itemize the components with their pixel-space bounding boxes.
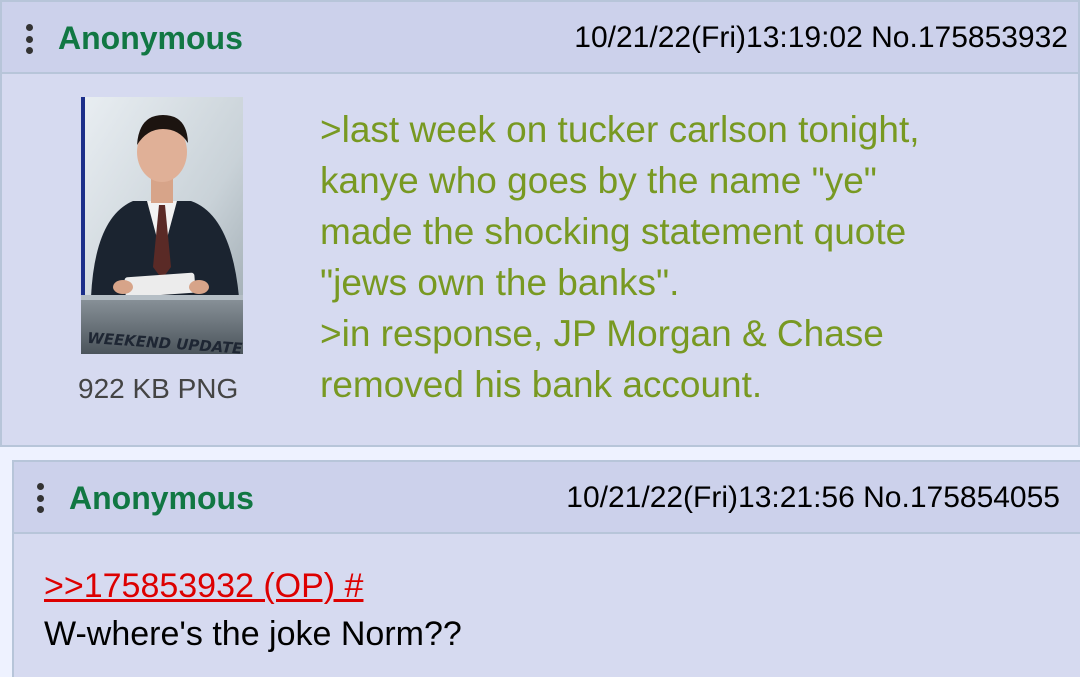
post-datetime: 10/21/22(Fri)13:21:56 (566, 481, 855, 514)
post-line: made the shocking statement quote (320, 211, 907, 252)
post-line: >in response, JP Morgan & Chase (320, 313, 884, 354)
op-post: Anonymous 10/21/22(Fri)13:19:02 No.17585… (0, 0, 1080, 447)
post-meta: 10/21/22(Fri)13:21:56 No.175854055 (566, 480, 1060, 516)
file-info: 922 KB PNG (78, 373, 239, 404)
post-number[interactable]: No.175854055 (863, 481, 1060, 514)
op-post-body: >last week on tucker carlson tonight, ka… (320, 104, 1060, 410)
post-menu-icon[interactable] (26, 24, 33, 54)
poster-name: Anonymous (69, 480, 254, 516)
reply-text: W-where's the joke Norm?? (44, 615, 462, 653)
post-meta: 10/21/22(Fri)13:19:02 No.175853932 (574, 20, 1068, 56)
post-line: "jews own the banks". (320, 262, 680, 303)
reply-post-body: >>175853932 (OP) # W-where's the joke No… (44, 562, 462, 658)
post-line: removed his bank account. (320, 364, 763, 405)
post-line: >last week on tucker carlson tonight, (320, 109, 920, 150)
post-thumbnail-image[interactable]: WEEKEND UPDATE (81, 97, 243, 354)
post-datetime: 10/21/22(Fri)13:19:02 (574, 21, 863, 54)
op-post-header: Anonymous 10/21/22(Fri)13:19:02 No.17585… (2, 2, 1078, 74)
post-line: kanye who goes by the name "ye" (320, 160, 877, 201)
reply-post: Anonymous 10/21/22(Fri)13:21:56 No.17585… (12, 460, 1080, 677)
quote-link[interactable]: >>175853932 (OP) # (44, 567, 363, 605)
reply-post-header: Anonymous 10/21/22(Fri)13:21:56 No.17585… (14, 462, 1080, 534)
post-number[interactable]: No.175853932 (871, 21, 1068, 54)
poster-name: Anonymous (58, 20, 243, 56)
post-menu-icon[interactable] (37, 483, 44, 513)
